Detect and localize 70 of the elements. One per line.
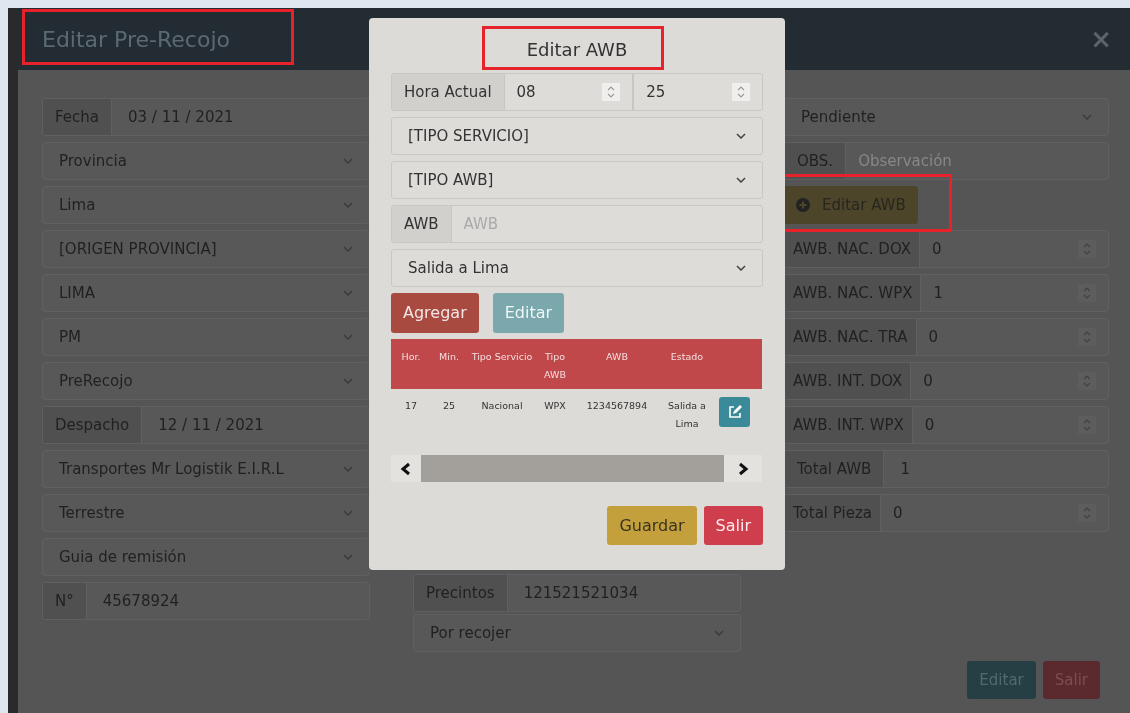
select-field[interactable]: Por recojer (413, 614, 741, 652)
table-cell-text: 1234567894 (585, 399, 649, 413)
field-value: 0 (923, 414, 936, 436)
spinner-icon[interactable] (602, 83, 621, 101)
chevron-down-icon (343, 510, 353, 516)
field-value: 1 (932, 282, 945, 304)
field-value: 0 (931, 238, 943, 260)
column-header: Tipo Servicio (471, 350, 533, 364)
select-field[interactable]: PM (42, 318, 370, 356)
chevron-down-icon (343, 378, 353, 384)
column-header: Min. (438, 350, 460, 364)
chevron-down-icon (1082, 114, 1092, 120)
time-field[interactable]: Hora Actual 08 25 (391, 73, 763, 111)
chevron-down-icon (343, 202, 353, 208)
edit-row-button[interactable] (719, 397, 750, 427)
table-cell-text: 17 (403, 399, 419, 413)
spinner-icon[interactable] (732, 83, 750, 101)
horizontal-scrollbar[interactable] (391, 455, 762, 482)
column-header: Hor. (400, 350, 422, 364)
field-value: 0 (892, 502, 904, 524)
scrollbar-thumb[interactable] (421, 455, 724, 482)
chevron-down-icon (714, 630, 724, 636)
chevron-down-icon (343, 466, 353, 472)
column-header: Tipo AWB (543, 350, 567, 382)
select-field[interactable]: Guia de remisión (42, 538, 370, 576)
select-field[interactable]: Terrestre (42, 494, 370, 532)
action-button[interactable]: Agregar (391, 293, 479, 333)
window-title: Editar Pre-Recojo (42, 25, 230, 54)
chevron-down-icon (343, 290, 353, 296)
column-header: Estado (669, 350, 705, 364)
table-cell-text: 25 (441, 399, 457, 413)
field-value: 121521521034 (522, 582, 640, 604)
select-field[interactable]: LIMA (42, 274, 370, 312)
select-field[interactable]: PreRecojo (42, 362, 370, 400)
table-cell-text: Nacional (480, 399, 524, 413)
chevron-down-icon (736, 177, 746, 183)
select-field[interactable]: Transportes Mr Logistik E.I.R.L (42, 450, 370, 488)
minute-value: 25 (646, 81, 667, 103)
field-value: 1 (899, 458, 911, 480)
field-value: 45678924 (101, 590, 181, 612)
select-field[interactable]: Provincia (42, 142, 370, 180)
select-field[interactable]: Pendiente (784, 98, 1109, 136)
table-cell-text: WPX (543, 399, 567, 413)
chevron-down-icon (343, 554, 353, 560)
chevron-down-icon (736, 265, 746, 271)
field-label: Hora Actual (392, 74, 505, 110)
hour-value: 08 (516, 81, 537, 103)
close-button[interactable]: × (1090, 26, 1112, 52)
select-field[interactable]: Lima (42, 186, 370, 224)
dialog-button[interactable]: Salir (703, 506, 763, 545)
edit-icon (726, 404, 743, 420)
field-label: AWB (392, 206, 452, 242)
select-field[interactable]: Salida a Lima (391, 249, 763, 287)
action-button[interactable]: Editar (492, 293, 565, 333)
field-value: 0 (927, 326, 940, 348)
field-value: 03 / 11 / 2021 (127, 106, 235, 128)
modal-title: Editar AWB (526, 38, 628, 62)
chevron-down-icon (736, 133, 746, 139)
select-field[interactable]: [ORIGEN PROVINCIA] (42, 230, 370, 268)
chevron-down-icon (343, 246, 353, 252)
chevron-down-icon (343, 334, 353, 340)
plus-circle-icon (796, 198, 810, 212)
field-value: 0 (922, 370, 934, 392)
table-cell-text: Salida a Lima (667, 399, 707, 431)
select-field[interactable]: [TIPO AWB] (391, 161, 763, 199)
chevron-down-icon (343, 158, 353, 164)
dialog-button[interactable]: Guardar (607, 506, 697, 545)
field-value: 12 / 11 / 2021 (157, 414, 265, 436)
select-field[interactable]: [TIPO SERVICIO] (391, 117, 763, 155)
column-header: AWB (605, 350, 629, 364)
